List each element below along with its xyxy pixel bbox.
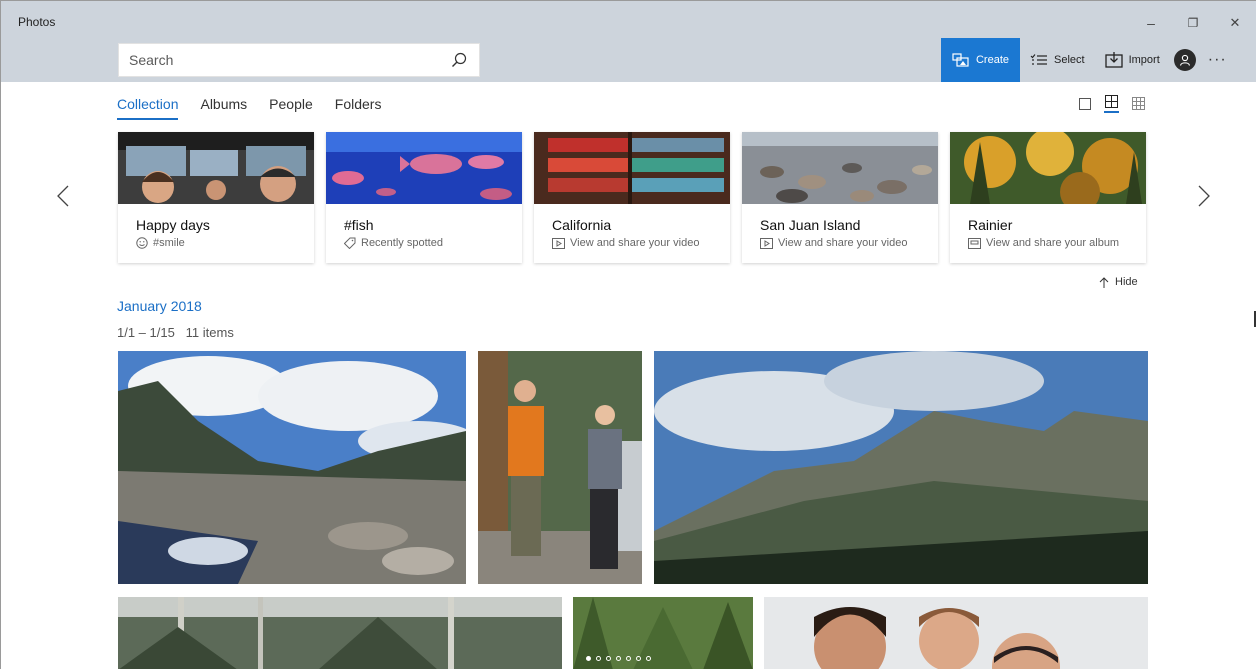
chevron-right-icon — [1198, 185, 1210, 207]
tag-icon — [344, 237, 356, 249]
nav-tabs: Collection Albums People Folders — [117, 96, 381, 120]
card-subtitle: View and share your video — [552, 237, 730, 249]
photo-tile[interactable] — [118, 351, 466, 584]
app-title: Photos — [18, 15, 56, 29]
view-toggles — [1077, 94, 1146, 113]
select-icon — [1030, 54, 1047, 65]
card-california[interactable]: California View and share your video — [534, 132, 730, 263]
video-icon — [552, 237, 565, 249]
card-subtitle-text: #smile — [153, 237, 185, 249]
person-icon — [1179, 54, 1190, 66]
close-button[interactable]: ✕ — [1214, 7, 1256, 39]
featured-cards: Happy days #smile #fish Recently spotted… — [118, 132, 1146, 263]
photo-tile[interactable] — [478, 351, 642, 584]
window-controls: – ❐ ✕ — [1130, 7, 1256, 39]
arrow-up-icon — [1099, 276, 1109, 288]
account-avatar[interactable] — [1173, 49, 1196, 71]
toolbar: Create Select Import ··· — [941, 38, 1239, 82]
video-icon — [760, 237, 773, 249]
carousel-next-button[interactable] — [1194, 181, 1214, 211]
carousel-prev-button[interactable] — [53, 181, 73, 211]
photo-tile[interactable] — [654, 351, 1148, 584]
minimize-button[interactable]: – — [1130, 7, 1172, 39]
tab-folders[interactable]: Folders — [335, 96, 382, 120]
section-month[interactable]: January 2018 — [117, 298, 202, 314]
create-label: Create — [975, 54, 1010, 66]
pager-dot[interactable] — [636, 656, 641, 661]
album-icon — [968, 237, 981, 249]
smile-icon — [136, 237, 148, 249]
import-button[interactable]: Import — [1095, 38, 1170, 82]
dense-grid-icon — [1132, 97, 1145, 110]
photos-window: Photos – ❐ ✕ Create — [0, 0, 1256, 669]
import-label: Import — [1128, 54, 1160, 66]
create-button[interactable]: Create — [941, 38, 1020, 82]
card-thumbnail — [118, 132, 314, 204]
card-subtitle-text: Recently spotted — [361, 237, 443, 249]
pager-dot[interactable] — [586, 656, 591, 661]
card-thumbnail — [326, 132, 522, 204]
pager-dots — [586, 656, 651, 661]
card-subtitle: View and share your video — [760, 237, 938, 249]
restore-button[interactable]: ❐ — [1172, 7, 1214, 39]
card-title: Happy days — [136, 217, 210, 233]
card-title: California — [552, 217, 612, 233]
select-button[interactable]: Select — [1020, 38, 1095, 82]
card-title: San Juan Island — [760, 217, 861, 233]
card-subtitle: Recently spotted — [344, 237, 522, 249]
card-thumbnail — [950, 132, 1146, 204]
pager-dot[interactable] — [596, 656, 601, 661]
grid-icon — [1105, 95, 1118, 108]
card-san-juan-island[interactable]: San Juan Island View and share your vide… — [742, 132, 938, 263]
chevron-left-icon — [57, 185, 69, 207]
search-input[interactable] — [129, 52, 429, 68]
section-range: 1/1 – 1/15 11 items — [117, 325, 234, 340]
date-range: 1/1 – 1/15 — [117, 325, 175, 340]
hide-label: Hide — [1115, 276, 1138, 288]
card-title: Rainier — [968, 217, 1013, 233]
photo-tile[interactable] — [118, 597, 562, 669]
card-subtitle-text: View and share your album — [986, 237, 1120, 249]
single-square-icon — [1078, 97, 1091, 110]
import-icon — [1104, 52, 1123, 68]
create-icon — [952, 53, 969, 67]
card-fish[interactable]: #fish Recently spotted — [326, 132, 522, 263]
pager-dot[interactable] — [646, 656, 651, 661]
select-label: Select — [1054, 54, 1085, 66]
search-icon[interactable] — [451, 52, 467, 68]
hide-button[interactable]: Hide — [1099, 276, 1138, 288]
pager-dot[interactable] — [626, 656, 631, 661]
card-thumbnail — [534, 132, 730, 204]
pager-dot[interactable] — [606, 656, 611, 661]
card-thumbnail — [742, 132, 938, 204]
search-box[interactable] — [118, 43, 480, 77]
item-count: 11 items — [185, 325, 234, 340]
pager-dot[interactable] — [616, 656, 621, 661]
card-title: #fish — [344, 217, 374, 233]
more-options-button[interactable]: ··· — [1196, 51, 1239, 69]
card-subtitle: View and share your album — [968, 237, 1146, 249]
card-subtitle-text: View and share your video — [778, 237, 908, 249]
small-view-toggle[interactable] — [1131, 96, 1146, 111]
tab-albums[interactable]: Albums — [200, 96, 247, 120]
card-rainier[interactable]: Rainier View and share your album — [950, 132, 1146, 263]
photo-tile[interactable] — [764, 597, 1148, 669]
tab-collection[interactable]: Collection — [117, 96, 179, 120]
card-subtitle: #smile — [136, 237, 314, 249]
card-happy-days[interactable]: Happy days #smile — [118, 132, 314, 263]
tab-people[interactable]: People — [269, 96, 313, 120]
medium-view-toggle[interactable] — [1104, 94, 1119, 113]
large-view-toggle[interactable] — [1077, 96, 1092, 111]
card-subtitle-text: View and share your video — [570, 237, 700, 249]
